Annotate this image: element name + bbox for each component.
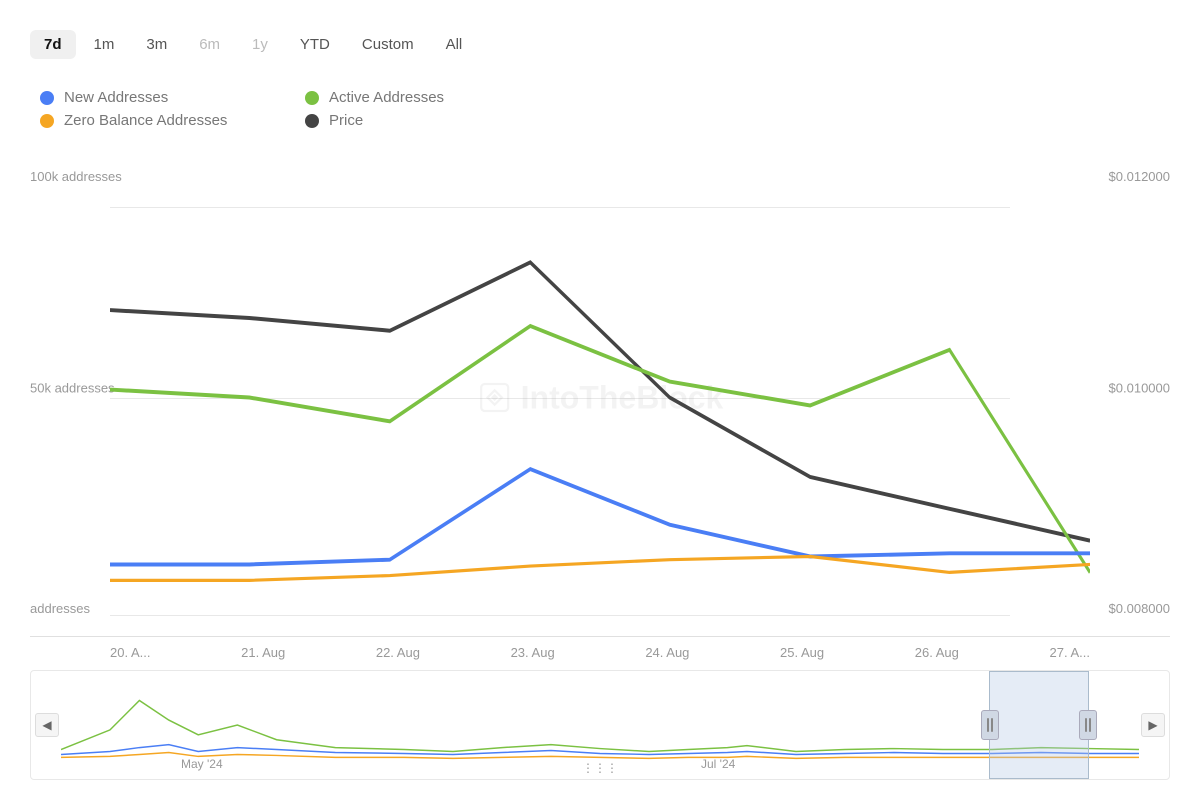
legend-item-zero-balance[interactable]: Zero Balance Addresses: [40, 112, 265, 129]
time-btn-7d[interactable]: 7d: [30, 30, 76, 59]
legend-label-new-addresses: New Addresses: [64, 89, 168, 106]
chart-svg: [110, 159, 1090, 636]
x-label-0: 20. A...: [110, 645, 150, 660]
handle-lines-right: [1085, 718, 1091, 732]
time-btn-all[interactable]: All: [432, 30, 477, 59]
y-label-010: $0.010000: [1109, 380, 1170, 395]
active-addresses-line: [110, 326, 1090, 572]
y-label-0: addresses: [30, 601, 90, 616]
chart-legend: New Addresses Active Addresses Zero Bala…: [30, 89, 530, 129]
y-label-008: $0.008000: [1109, 601, 1170, 616]
handle-line-2: [991, 718, 993, 732]
x-label-5: 25. Aug: [780, 645, 824, 660]
main-container: 7d 1m 3m 6m 1y YTD Custom All New Addres…: [0, 0, 1200, 800]
legend-dot-price: [305, 114, 319, 128]
zero-balance-line: [110, 557, 1090, 581]
handle-line-1: [987, 718, 989, 732]
nav-grip: ⋮⋮⋮: [582, 761, 618, 775]
x-label-1: 21. Aug: [241, 645, 285, 660]
x-axis: 20. A... 21. Aug 22. Aug 23. Aug 24. Aug…: [30, 637, 1170, 660]
legend-dot-zero-balance: [40, 114, 54, 128]
nav-handle-right[interactable]: [1079, 710, 1097, 740]
time-filter-bar: 7d 1m 3m 6m 1y YTD Custom All: [30, 20, 1170, 69]
y-label-012: $0.012000: [1109, 169, 1170, 184]
legend-label-zero-balance: Zero Balance Addresses: [64, 112, 227, 129]
navigator: ◀ ▶ May '24 Jul '24: [30, 670, 1170, 780]
y-label-100k: 100k addresses: [30, 169, 122, 184]
legend-item-price[interactable]: Price: [305, 112, 530, 129]
nav-scroll-left-btn[interactable]: ◀: [35, 713, 59, 737]
time-btn-3m[interactable]: 3m: [132, 30, 181, 59]
x-label-4: 24. Aug: [645, 645, 689, 660]
navigator-selection[interactable]: [989, 671, 1089, 779]
legend-label-active-addresses: Active Addresses: [329, 89, 444, 106]
chart-area: 100k addresses 50k addresses addresses $…: [30, 159, 1170, 780]
legend-dot-new-addresses: [40, 91, 54, 105]
legend-label-price: Price: [329, 112, 363, 129]
legend-item-new-addresses[interactable]: New Addresses: [40, 89, 265, 106]
main-chart: 100k addresses 50k addresses addresses $…: [30, 159, 1170, 637]
legend-dot-active-addresses: [305, 91, 319, 105]
handle-line-3: [1085, 718, 1087, 732]
nav-scroll-right-btn[interactable]: ▶: [1141, 713, 1165, 737]
time-btn-ytd[interactable]: YTD: [286, 30, 344, 59]
handle-lines-left: [987, 718, 993, 732]
nav-label-may: May '24: [181, 757, 223, 771]
time-btn-1y: 1y: [238, 30, 282, 59]
time-btn-6m: 6m: [185, 30, 234, 59]
nav-handle-left[interactable]: [981, 710, 999, 740]
time-btn-1m[interactable]: 1m: [80, 30, 129, 59]
handle-line-4: [1089, 718, 1091, 732]
nav-green-line: [61, 700, 1139, 751]
legend-item-active-addresses[interactable]: Active Addresses: [305, 89, 530, 106]
time-btn-custom[interactable]: Custom: [348, 30, 428, 59]
x-label-3: 23. Aug: [511, 645, 555, 660]
y-label-50k: 50k addresses: [30, 380, 115, 395]
x-label-6: 26. Aug: [915, 645, 959, 660]
new-addresses-line: [110, 469, 1090, 564]
x-label-2: 22. Aug: [376, 645, 420, 660]
nav-label-jul: Jul '24: [701, 757, 735, 771]
x-label-7: 27. A...: [1050, 645, 1090, 660]
